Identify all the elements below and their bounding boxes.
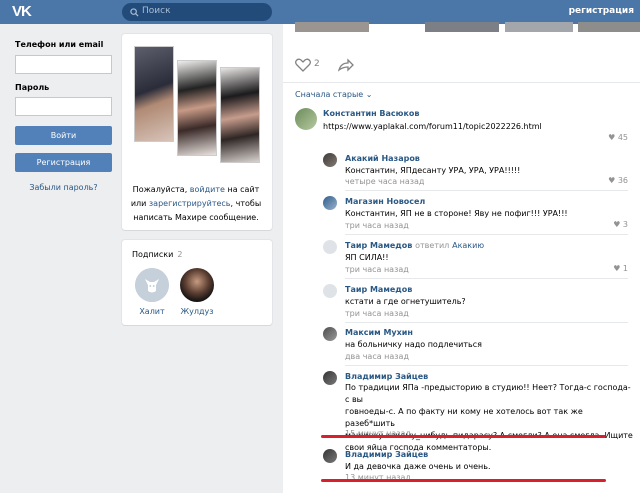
subscriptions-title[interactable]: Подписки 2 bbox=[132, 250, 182, 259]
search-icon bbox=[130, 8, 139, 17]
comment-likes[interactable]: ♥ 36 bbox=[608, 176, 628, 185]
post-image[interactable] bbox=[505, 22, 573, 32]
comment-text: По традиции ЯПа -предысторию в студию!! … bbox=[345, 382, 635, 454]
search-box[interactable]: Поиск bbox=[122, 3, 272, 21]
comment-likes[interactable]: ♥ 3 bbox=[613, 220, 628, 229]
post-image[interactable] bbox=[425, 22, 499, 32]
heart-icon[interactable] bbox=[295, 58, 311, 72]
forgot-password-link[interactable]: Забыли пароль? bbox=[15, 183, 112, 192]
avatar[interactable] bbox=[323, 240, 337, 254]
avatar[interactable] bbox=[323, 327, 337, 341]
profile-card: Пожалуйста, войдите на сайт или зарегист… bbox=[122, 34, 272, 230]
like-counter: 36 bbox=[617, 176, 628, 185]
profile-photo-1[interactable] bbox=[134, 46, 174, 142]
comment-author[interactable]: Таир Мамедов ответил Акакию bbox=[345, 241, 484, 250]
login-link[interactable]: войдите bbox=[190, 185, 225, 194]
reply-target[interactable]: Акакию bbox=[452, 241, 484, 250]
post-image[interactable] bbox=[578, 22, 640, 32]
avatar[interactable] bbox=[323, 153, 337, 167]
divider bbox=[345, 190, 628, 191]
comment-text: Константин, ЯПдесанту УРА, УРА, УРА!!!!! bbox=[345, 166, 521, 175]
comment-text[interactable]: https://www.yaplakal.com/forum11/topic20… bbox=[323, 121, 542, 133]
register-button[interactable]: Регистрация bbox=[15, 153, 112, 172]
avatar bbox=[180, 268, 214, 302]
comment-text: И да девочка даже очень и очень. bbox=[345, 462, 491, 471]
comment-author[interactable]: Владимир Зайцев bbox=[345, 372, 428, 381]
sort-label: Сначала старые bbox=[295, 90, 364, 99]
comment-date[interactable]: четыре часа назад bbox=[345, 177, 424, 186]
vk-logo[interactable]: VK bbox=[12, 3, 38, 20]
highlight-underline bbox=[321, 435, 606, 438]
login-panel: Телефон или email Пароль Войти Регистрац… bbox=[0, 24, 120, 493]
dog-placeholder-icon bbox=[135, 268, 169, 302]
avatar[interactable] bbox=[295, 108, 317, 130]
divider bbox=[345, 365, 628, 366]
comment-line: По традиции ЯПа -предысторию в студию!! … bbox=[345, 383, 631, 404]
sort-dropdown[interactable]: Сначала старые ⌄ bbox=[295, 90, 372, 99]
divider bbox=[345, 278, 628, 279]
avatar[interactable] bbox=[323, 449, 337, 463]
profile-photo-2[interactable] bbox=[177, 60, 217, 156]
phone-label: Телефон или email bbox=[15, 40, 104, 49]
comment-text: ЯП СИЛА!! bbox=[345, 253, 389, 262]
login-button[interactable]: Войти bbox=[15, 126, 112, 145]
comment-author[interactable]: Акакий Назаров bbox=[345, 154, 420, 163]
like-counter: 1 bbox=[622, 264, 628, 273]
avatar bbox=[135, 268, 169, 302]
profile-photo-3[interactable] bbox=[220, 67, 260, 163]
comment-author[interactable]: Константин Васюков bbox=[323, 109, 419, 118]
subscriptions-card: Подписки 2 Халит Жулдуз bbox=[122, 240, 272, 325]
comment-date[interactable]: три часа назад bbox=[345, 309, 409, 318]
comment-author[interactable]: Владимир Зайцев bbox=[345, 450, 428, 459]
avatar[interactable] bbox=[323, 196, 337, 210]
divider bbox=[345, 322, 628, 323]
comment-date[interactable]: три часа назад bbox=[345, 221, 409, 230]
comment-author[interactable]: Максим Мухин bbox=[345, 328, 413, 337]
subscription-name[interactable]: Халит bbox=[132, 307, 172, 316]
phone-input[interactable] bbox=[15, 55, 112, 74]
comment-text: на больничку надо подлечиться bbox=[345, 340, 482, 349]
top-bar: VK Поиск регистрация bbox=[0, 0, 640, 24]
message-notice: Пожалуйста, войдите на сайт или зарегист… bbox=[128, 183, 264, 225]
subscriptions-count: 2 bbox=[177, 250, 183, 259]
comment-author[interactable]: Магазин Новосел bbox=[345, 197, 425, 206]
divider bbox=[345, 234, 628, 235]
comment-date[interactable]: три часа назад bbox=[345, 265, 409, 274]
avatar[interactable] bbox=[323, 371, 337, 385]
like-counter: 3 bbox=[622, 220, 628, 229]
replied-label: ответил bbox=[415, 241, 450, 250]
subscription-item[interactable]: Халит bbox=[132, 268, 172, 316]
subscription-name[interactable]: Жулдуз bbox=[177, 307, 217, 316]
comment-text: Константин, ЯП не в стороне! Яву не пофи… bbox=[345, 209, 568, 218]
comment-line: говноеды-с. А по факту ни кому не хотело… bbox=[345, 407, 583, 428]
author-name[interactable]: Таир Мамедов bbox=[345, 241, 412, 250]
notice-text-1: Пожалуйста, bbox=[132, 185, 188, 194]
post-feed: 2 Сначала старые ⌄ Константин Васюков ht… bbox=[283, 22, 640, 493]
chevron-down-icon: ⌄ bbox=[365, 90, 373, 99]
post-image[interactable] bbox=[295, 22, 369, 32]
avatar[interactable] bbox=[323, 284, 337, 298]
post-images bbox=[295, 22, 640, 32]
search-input[interactable]: Поиск bbox=[142, 6, 171, 16]
like-counter: 45 bbox=[617, 133, 628, 142]
subscriptions-label: Подписки bbox=[132, 250, 174, 259]
comment-text: кстати а где огнетушитель? bbox=[345, 297, 466, 306]
password-input[interactable] bbox=[15, 97, 112, 116]
share-icon[interactable] bbox=[338, 58, 354, 72]
subscription-item[interactable]: Жулдуз bbox=[177, 268, 217, 316]
register-inline-link[interactable]: зарегистрируйтесь bbox=[149, 199, 231, 208]
register-link[interactable]: регистрация bbox=[569, 6, 634, 16]
like-count: 2 bbox=[314, 59, 320, 69]
divider bbox=[283, 82, 640, 83]
highlight-underline bbox=[321, 479, 606, 482]
password-label: Пароль bbox=[15, 83, 50, 92]
comment-likes[interactable]: ♥ 1 bbox=[613, 264, 628, 273]
comment-likes[interactable]: ♥ 45 bbox=[608, 133, 628, 142]
comment-date[interactable]: два часа назад bbox=[345, 352, 409, 361]
comment-author[interactable]: Таир Мамедов bbox=[345, 285, 412, 294]
